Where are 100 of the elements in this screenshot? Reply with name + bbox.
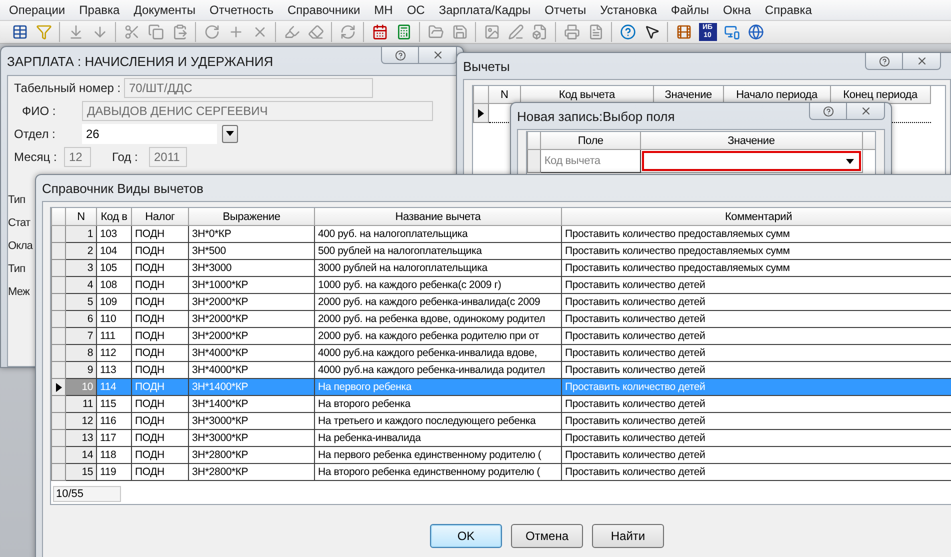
close-icon xyxy=(916,55,928,67)
table-cell: ПОДН xyxy=(132,260,188,276)
table-cell: Проставить количество предоставляемых сумм xyxy=(562,260,951,276)
dialog-button[interactable]: Найти xyxy=(592,524,664,548)
table-cell: Проставить количество детей xyxy=(562,412,951,430)
refresh-icon xyxy=(340,24,356,40)
menu-item[interactable]: Установка xyxy=(593,3,664,17)
help-icon xyxy=(394,50,406,60)
table-cell: На второго ребенка xyxy=(314,396,562,412)
department-field[interactable]: 26 xyxy=(82,124,217,144)
table-cell: 3Н*1400*КР xyxy=(188,396,314,412)
row-number: 11 xyxy=(66,396,96,412)
table-cell: 118 xyxy=(96,446,132,464)
table-cell: 2000 руб. на каждого ребенка-инвалида(с 2009 xyxy=(314,294,562,310)
plus-icon xyxy=(228,24,244,40)
dropdown-button[interactable] xyxy=(222,124,238,142)
column-header[interactable]: Конец периода xyxy=(830,86,930,104)
table-cell: 400 руб. на налогоплательщика xyxy=(314,226,562,242)
table-cell: 108 xyxy=(96,276,132,294)
menu-item[interactable]: Зарплата/Кадры xyxy=(432,3,538,17)
menu-item[interactable]: МН xyxy=(367,3,400,17)
field-label: Окла xyxy=(8,240,32,254)
value-dropdown[interactable] xyxy=(642,151,861,171)
menu-item[interactable]: Окна xyxy=(716,3,758,17)
table-cell: 103 xyxy=(96,226,132,242)
column-header[interactable]: Значение xyxy=(640,132,862,150)
menu-item[interactable]: Справка xyxy=(758,3,819,17)
table-cell: ПОДН xyxy=(132,328,188,344)
close-button[interactable] xyxy=(419,47,457,64)
table-cell: 111 xyxy=(96,328,132,344)
table-cell: ПОДН xyxy=(132,294,188,310)
menu-item[interactable]: Файлы xyxy=(664,3,716,17)
table-cell: 3Н*2000*КР xyxy=(188,310,314,328)
help-button[interactable] xyxy=(865,53,903,70)
column-header[interactable]: Название вычета xyxy=(314,208,562,226)
row-number: 8 xyxy=(66,344,96,362)
table-cell: ПОДН xyxy=(132,446,188,464)
table-cell: 3Н*2000*КР xyxy=(188,294,314,310)
table-cell: Код вычета xyxy=(540,150,640,172)
table-cell: ПОДН xyxy=(132,464,188,480)
menu-item[interactable]: Справочники xyxy=(280,3,368,17)
field-label: Меж xyxy=(8,286,30,300)
help-icon xyxy=(822,106,834,116)
table-cell: Проставить количество детей xyxy=(562,430,951,446)
save-icon xyxy=(452,24,468,40)
menu-item[interactable]: Правка xyxy=(72,3,127,17)
row-number: 4 xyxy=(66,276,96,294)
column-header[interactable]: N xyxy=(66,208,96,226)
table-cell: 1000 руб. на каждого ребенка(с 2009 г) xyxy=(314,276,562,294)
table-cell: 105 xyxy=(96,260,132,276)
close-button[interactable] xyxy=(847,103,885,120)
column-header[interactable]: Код в xyxy=(96,208,132,226)
help-icon xyxy=(620,24,636,40)
table-cell: 2000 руб. на каждого ребенка родителю при от xyxy=(314,328,562,344)
printer-icon xyxy=(564,24,580,40)
dialog-button[interactable]: OK xyxy=(430,524,502,548)
menu-item[interactable]: ОС xyxy=(400,3,432,17)
column-header[interactable]: Комментарий xyxy=(562,208,951,226)
table-cell: 119 xyxy=(96,464,132,480)
table-cell: 115 xyxy=(96,396,132,412)
calculator-icon xyxy=(396,24,412,40)
close-button[interactable] xyxy=(903,53,941,70)
table-cell: ПОДН xyxy=(132,430,188,446)
table-cell: Проставить количество детей xyxy=(562,344,951,362)
row-number: 15 xyxy=(66,464,96,480)
menu-item[interactable]: Отчетность xyxy=(202,3,280,17)
table-cell: ПОДН xyxy=(132,412,188,430)
column-header[interactable]: Выражение xyxy=(188,208,314,226)
help-button[interactable] xyxy=(809,103,847,120)
table-cell: 116 xyxy=(96,412,132,430)
row-number: 13 xyxy=(66,430,96,446)
table-cell: 4000 руб.на каждого ребенка-инвалида родител xyxy=(314,362,562,378)
table-cell: На ребенка-инвалида xyxy=(314,430,562,446)
table-cell: ПОДН xyxy=(132,396,188,412)
table-cell: 3Н*1000*КР xyxy=(188,276,314,294)
window-title: Вычеты xyxy=(463,58,510,74)
table-cell: ПОДН xyxy=(132,362,188,378)
table-cell: Проставить количество детей xyxy=(562,464,951,480)
column-header[interactable]: Налог xyxy=(132,208,188,226)
menu-item[interactable]: Операции xyxy=(2,3,72,17)
table-cell: 3Н*1400*КР xyxy=(188,378,314,396)
menu-item[interactable]: Отчеты xyxy=(538,3,594,17)
table-cell: 3000 рублей на налогоплательщика xyxy=(314,260,562,276)
row-pointer-icon xyxy=(478,108,484,118)
row-pointer-icon xyxy=(56,382,62,392)
table-cell: Проставить количество детей xyxy=(562,396,951,412)
table-cell: 109 xyxy=(96,294,132,310)
table-cell: 500 рублей на налогоплательщика xyxy=(314,242,562,260)
column-header[interactable]: N xyxy=(488,86,521,104)
window-title: Новая запись:Выбор поля xyxy=(517,108,675,124)
table-cell: 112 xyxy=(96,344,132,362)
table-cell: Проставить количество предоставляемых сумм xyxy=(562,242,951,260)
row-number: 9 xyxy=(66,362,96,378)
column-header[interactable]: Поле xyxy=(540,132,640,150)
page-icon xyxy=(588,24,604,40)
table-cell: На первого ребенка единственному родителю ( xyxy=(314,446,562,464)
help-button[interactable] xyxy=(381,47,419,64)
table-cell: Проставить количество детей xyxy=(562,362,951,378)
menu-item[interactable]: Документы xyxy=(126,3,203,17)
dialog-button[interactable]: Отмена xyxy=(511,524,583,548)
